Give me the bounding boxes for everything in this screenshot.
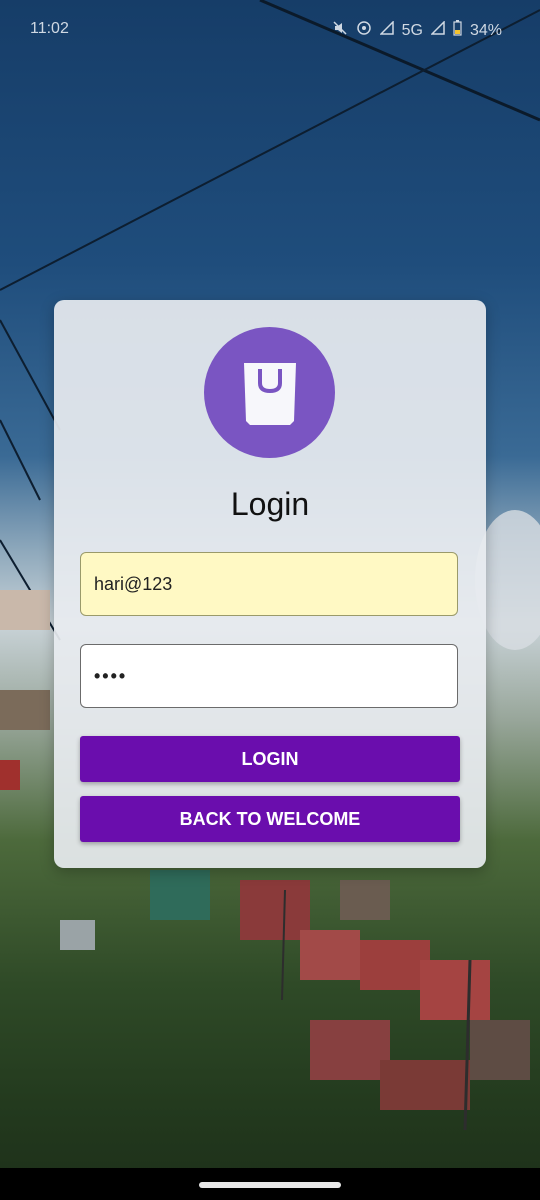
login-button[interactable]: LOGIN — [80, 736, 460, 782]
status-icons: 5G 34% — [332, 20, 502, 41]
hotspot-icon — [356, 20, 372, 41]
signal-icon — [378, 20, 394, 40]
email-field[interactable] — [80, 552, 458, 616]
mute-icon — [332, 20, 348, 41]
password-field[interactable] — [80, 644, 458, 708]
page-title: Login — [230, 486, 310, 522]
battery-percent: 34% — [469, 21, 502, 39]
navigation-bar — [0, 1168, 540, 1200]
battery-icon — [453, 20, 462, 41]
home-gesture-handle[interactable] — [199, 1182, 341, 1188]
shopping-bag-icon — [244, 363, 296, 425]
signal-icon-2 — [430, 20, 445, 40]
login-card: Login LOGIN BACK TO WELCOME — [54, 300, 486, 868]
status-time: 11:02 — [30, 20, 69, 37]
network-label: 5G — [401, 21, 423, 39]
status-bar: 11:02 5G 34% — [0, 0, 540, 58]
app-logo — [204, 327, 335, 458]
back-to-welcome-button[interactable]: BACK TO WELCOME — [80, 796, 460, 842]
